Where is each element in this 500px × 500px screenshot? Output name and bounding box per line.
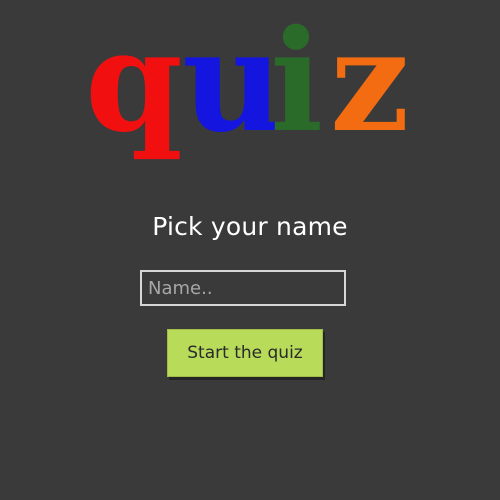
logo-letter-z: z bbox=[330, 0, 410, 164]
name-input[interactable] bbox=[140, 270, 346, 306]
logo-letter-i: i bbox=[270, 0, 323, 164]
quiz-logo: q u i z bbox=[85, 0, 410, 164]
logo-letter-q: q bbox=[85, 0, 183, 164]
start-quiz-button[interactable]: Start the quiz bbox=[167, 329, 323, 377]
logo-letter-u: u bbox=[182, 0, 284, 164]
pick-name-heading: Pick your name bbox=[152, 212, 348, 241]
